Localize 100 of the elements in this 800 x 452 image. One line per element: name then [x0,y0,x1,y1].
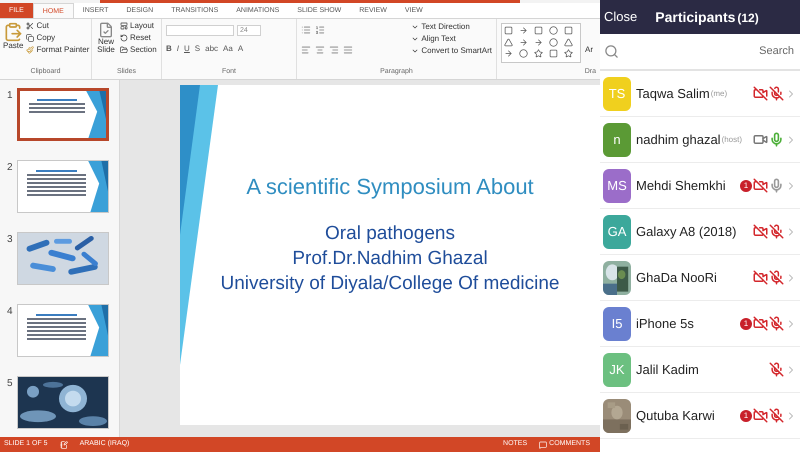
align-right-icon[interactable] [329,45,339,55]
font-format-button[interactable]: U [184,44,190,54]
participant-name: iPhone 5s [636,314,694,333]
cut-button[interactable]: Cut [26,22,90,30]
copy-icon [26,34,34,42]
slide-icon [98,22,114,38]
participant-row[interactable]: I5 iPhone 5s 1 [600,301,800,347]
panel-title: Participants [655,8,736,27]
spelling-icon[interactable] [60,440,68,448]
mic-off-icon[interactable] [769,224,784,239]
slide-title: A scientific Symposium About [246,173,534,201]
count-badge: 1 [740,318,752,330]
participant-row[interactable]: MS Mehdi Shemkhi 1 [600,163,800,209]
paste-button[interactable]: Paste [3,22,24,66]
shape-icon[interactable] [534,38,543,47]
participant-count: (12) [737,10,759,26]
video-off-icon[interactable] [753,270,768,285]
slide-subtitle: Prof.Dr.Nadhim Ghazal [292,247,488,271]
slide-subtitle: University of Diyala/College Of medicine [220,272,560,296]
slide-number: 1 [7,89,13,103]
participant-row[interactable]: GhaDa NooRi [600,255,800,301]
new-slide-button[interactable]: New Slide [95,22,117,66]
reset-button[interactable]: Reset [120,34,157,42]
align-left-icon[interactable] [301,45,311,55]
arrange-button[interactable]: Ar [585,34,593,56]
align-center-icon[interactable] [315,45,325,55]
justify-icon[interactable] [343,45,353,55]
slide-subtitle: Oral pathogens [325,222,455,246]
font-format-button[interactable]: A [238,44,244,54]
align-text-button[interactable]: Align Text [411,35,492,43]
text-direction-button[interactable]: Text Direction [411,23,492,31]
close-button[interactable]: Close [604,7,638,27]
slide-thumbnail[interactable] [17,160,109,213]
numbering-icon[interactable] [315,25,325,35]
participant-name: Taqwa Salim [636,84,710,103]
participant-name: Galaxy A8 (2018) [636,222,736,241]
clipboard-icon [3,22,24,42]
font-format-button[interactable]: S [194,44,200,54]
slide-thumbnail[interactable] [17,304,109,357]
shape-icon[interactable] [564,49,573,58]
participant-row[interactable]: GA Galaxy A8 (2018) [600,209,800,255]
avatar: n [603,122,631,156]
participant-row[interactable]: Qutuba Karwi 1 [600,393,800,439]
shape-icon[interactable] [519,26,528,35]
count-badge: 1 [740,410,752,422]
avatar: I5 [603,306,631,340]
font-name-field[interactable] [166,25,234,36]
bullets-icon[interactable] [301,25,311,35]
layout-icon [120,22,128,30]
font-format-button[interactable]: I [176,44,180,54]
scissors-icon [26,22,34,30]
font-format-button[interactable]: abc [205,44,218,54]
mic-off-icon[interactable] [769,316,784,331]
microphone-icon[interactable] [769,132,784,147]
slide-number: 5 [7,377,13,391]
role-tag: (me) [710,88,728,100]
paintbrush-icon [26,46,34,54]
slide-number: 4 [7,305,13,319]
convert-smartart-button[interactable]: Convert to SmartArt [411,47,492,55]
slide-thumbnail[interactable] [17,88,109,141]
video-off-icon[interactable] [753,408,768,423]
avatar: MS [603,168,631,202]
participant-name: Mehdi Shemkhi [636,176,726,195]
mic-off-icon[interactable] [769,362,784,377]
font-format-button[interactable]: Aa [223,44,233,54]
slide-number: 3 [7,233,13,247]
shapes-gallery[interactable] [501,23,581,63]
participant-row[interactable]: JK Jalil Kadim [600,347,800,393]
reset-icon [120,34,128,42]
video-off-icon[interactable] [753,316,768,331]
avatar: GA [603,214,631,248]
role-tag: (host) [722,134,742,146]
participant-name: GhaDa NooRi [636,268,717,287]
video-off-icon[interactable] [753,224,768,239]
mic-off-icon[interactable] [769,408,784,423]
format-painter-button[interactable]: Format Painter [26,46,90,54]
video-off-icon[interactable] [753,86,768,101]
search-icon [604,44,619,59]
search-field[interactable]: Search [619,43,796,60]
folder-icon [120,46,128,54]
video-camera-icon[interactable] [753,132,768,147]
comment-icon [539,440,548,448]
slide-number: 2 [7,161,13,175]
participant-name: Jalil Kadim [636,360,699,379]
video-off-icon[interactable] [753,178,768,193]
font-format-button[interactable]: B [166,44,172,54]
avatar: TS [603,76,631,110]
mic-off-icon[interactable] [769,270,784,285]
avatar: JK [603,352,631,386]
participant-name: nadhim ghazal [636,130,721,149]
shape-icon[interactable] [534,49,543,58]
layout-button[interactable]: Layout [120,22,157,30]
copy-button[interactable]: Copy [26,34,90,42]
section-button[interactable]: Section [120,46,157,54]
shape-icon[interactable] [519,38,528,47]
participant-name: Qutuba Karwi [636,406,715,425]
microphone-icon[interactable] [769,178,784,193]
mic-off-icon[interactable] [769,86,784,101]
shape-icon[interactable] [504,49,513,58]
count-badge: 1 [740,180,752,192]
